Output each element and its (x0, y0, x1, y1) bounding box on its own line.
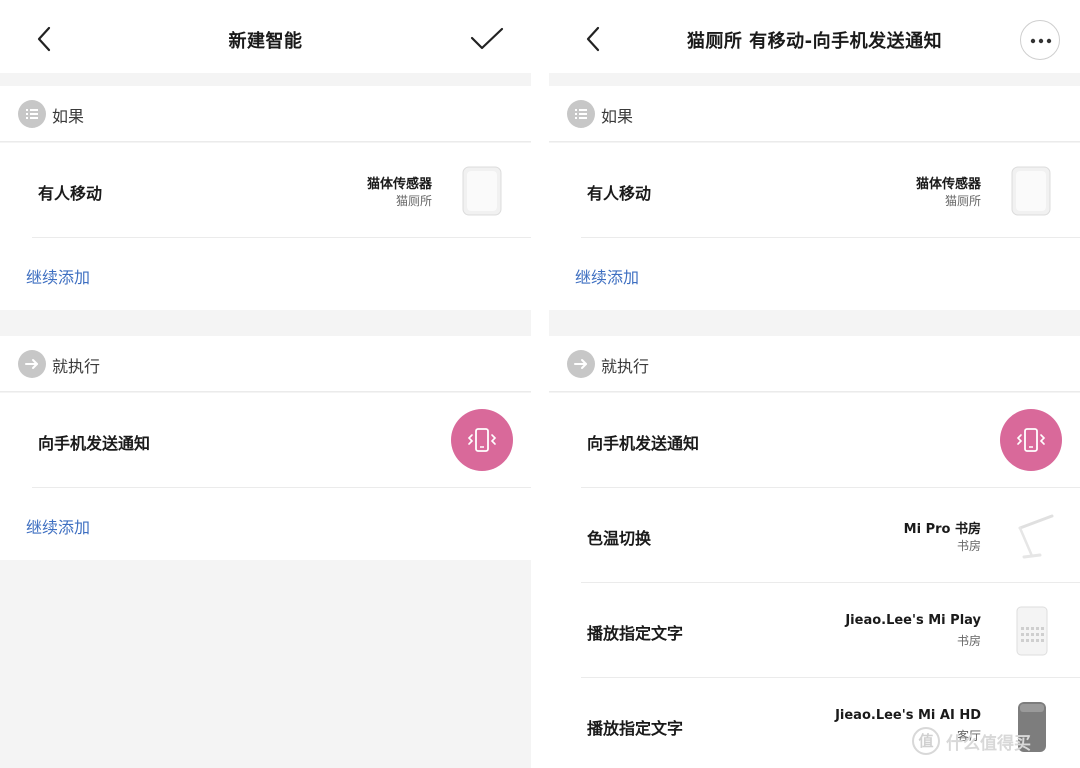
motion-sensor-image (1011, 166, 1051, 216)
device-room: 书房 (956, 634, 981, 648)
device-room: 猫厕所 (944, 194, 981, 208)
page-title: 猫厕所 有移动-向手机发送通知 (686, 31, 943, 52)
checkmark-icon (470, 27, 504, 50)
more-options-button[interactable] (1020, 20, 1060, 60)
phone-vibrate-icon (1016, 428, 1046, 452)
condition-label: 有人移动 (38, 184, 103, 203)
action-label: 向手机发送通知 (38, 434, 151, 453)
device-name: Mi Pro 书房 (903, 522, 981, 537)
device-name: 猫体传感器 (366, 177, 432, 192)
phone-vibrate-icon (467, 428, 497, 452)
add-more-label: 继续添加 (575, 268, 640, 287)
site-watermark: 值 什么值得买 (912, 726, 1031, 756)
then-section-header: 就执行 (549, 336, 1080, 392)
watermark-badge: 值 (912, 727, 940, 755)
condition-label: 有人移动 (587, 184, 652, 203)
condition-row-motion[interactable]: 有人移动 猫体传感器 猫厕所 (549, 143, 1080, 238)
action-row-speak-text-miplay[interactable]: 播放指定文字 Jieao.Lee's Mi Play 书房 (549, 583, 1080, 678)
confirm-button[interactable] (469, 22, 505, 56)
panel-gutter (531, 0, 549, 768)
action-label: 向手机发送通知 (587, 434, 700, 453)
add-more-label: 继续添加 (26, 518, 91, 537)
desk-lamp-image (1018, 514, 1054, 559)
phone-notify-button[interactable] (1000, 409, 1062, 471)
arrow-right-icon (567, 350, 595, 378)
if-add-more-button[interactable]: 继续添加 (0, 238, 531, 310)
then-section-label: 就执行 (52, 357, 101, 376)
action-label: 播放指定文字 (587, 719, 684, 738)
action-label: 播放指定文字 (587, 624, 684, 643)
if-section-header: 如果 (549, 86, 1080, 142)
more-dots-icon (1030, 38, 1052, 44)
list-icon (18, 100, 46, 128)
top-navigation-bar: 新建智能 (0, 0, 531, 73)
then-section-header: 就执行 (0, 336, 531, 392)
action-row-color-temp[interactable]: 色温切换 Mi Pro 书房 书房 (549, 488, 1080, 583)
arrow-right-icon (18, 350, 46, 378)
right-screen-scene-detail: 猫厕所 有移动-向手机发送通知 如果 有人移动 猫体传感器 猫厕所 继续添加 就… (549, 0, 1080, 768)
then-section-label: 就执行 (601, 357, 650, 376)
list-icon (567, 100, 595, 128)
action-row-notify[interactable]: 向手机发送通知 (0, 393, 531, 488)
action-label: 色温切换 (587, 529, 652, 548)
if-section-label: 如果 (52, 107, 85, 126)
if-section-label: 如果 (601, 107, 634, 126)
device-room: 猫厕所 (395, 194, 432, 208)
page-title: 新建智能 (228, 31, 303, 52)
speaker-white-image (1016, 606, 1048, 656)
add-more-label: 继续添加 (26, 268, 91, 287)
action-row-notify[interactable]: 向手机发送通知 (549, 393, 1080, 488)
device-name: Jieao.Lee's Mi Play (845, 613, 981, 628)
device-name: Jieao.Lee's Mi AI HD (835, 708, 981, 723)
top-navigation-bar: 猫厕所 有移动-向手机发送通知 (549, 0, 1080, 73)
device-room: 书房 (956, 539, 981, 553)
then-add-more-button[interactable]: 继续添加 (0, 488, 531, 560)
phone-notify-button[interactable] (451, 409, 513, 471)
if-section-header: 如果 (0, 86, 531, 142)
empty-area (0, 560, 531, 768)
left-screen-new-scene: 新建智能 如果 有人移动 猫体传感器 猫厕所 继续添加 就执行 向手机发送通知 (0, 0, 531, 768)
motion-sensor-image (462, 166, 502, 216)
device-name: 猫体传感器 (915, 177, 981, 192)
if-add-more-button[interactable]: 继续添加 (549, 238, 1080, 310)
condition-row-motion[interactable]: 有人移动 猫体传感器 猫厕所 (0, 143, 531, 238)
watermark-text: 什么值得买 (946, 733, 1031, 754)
